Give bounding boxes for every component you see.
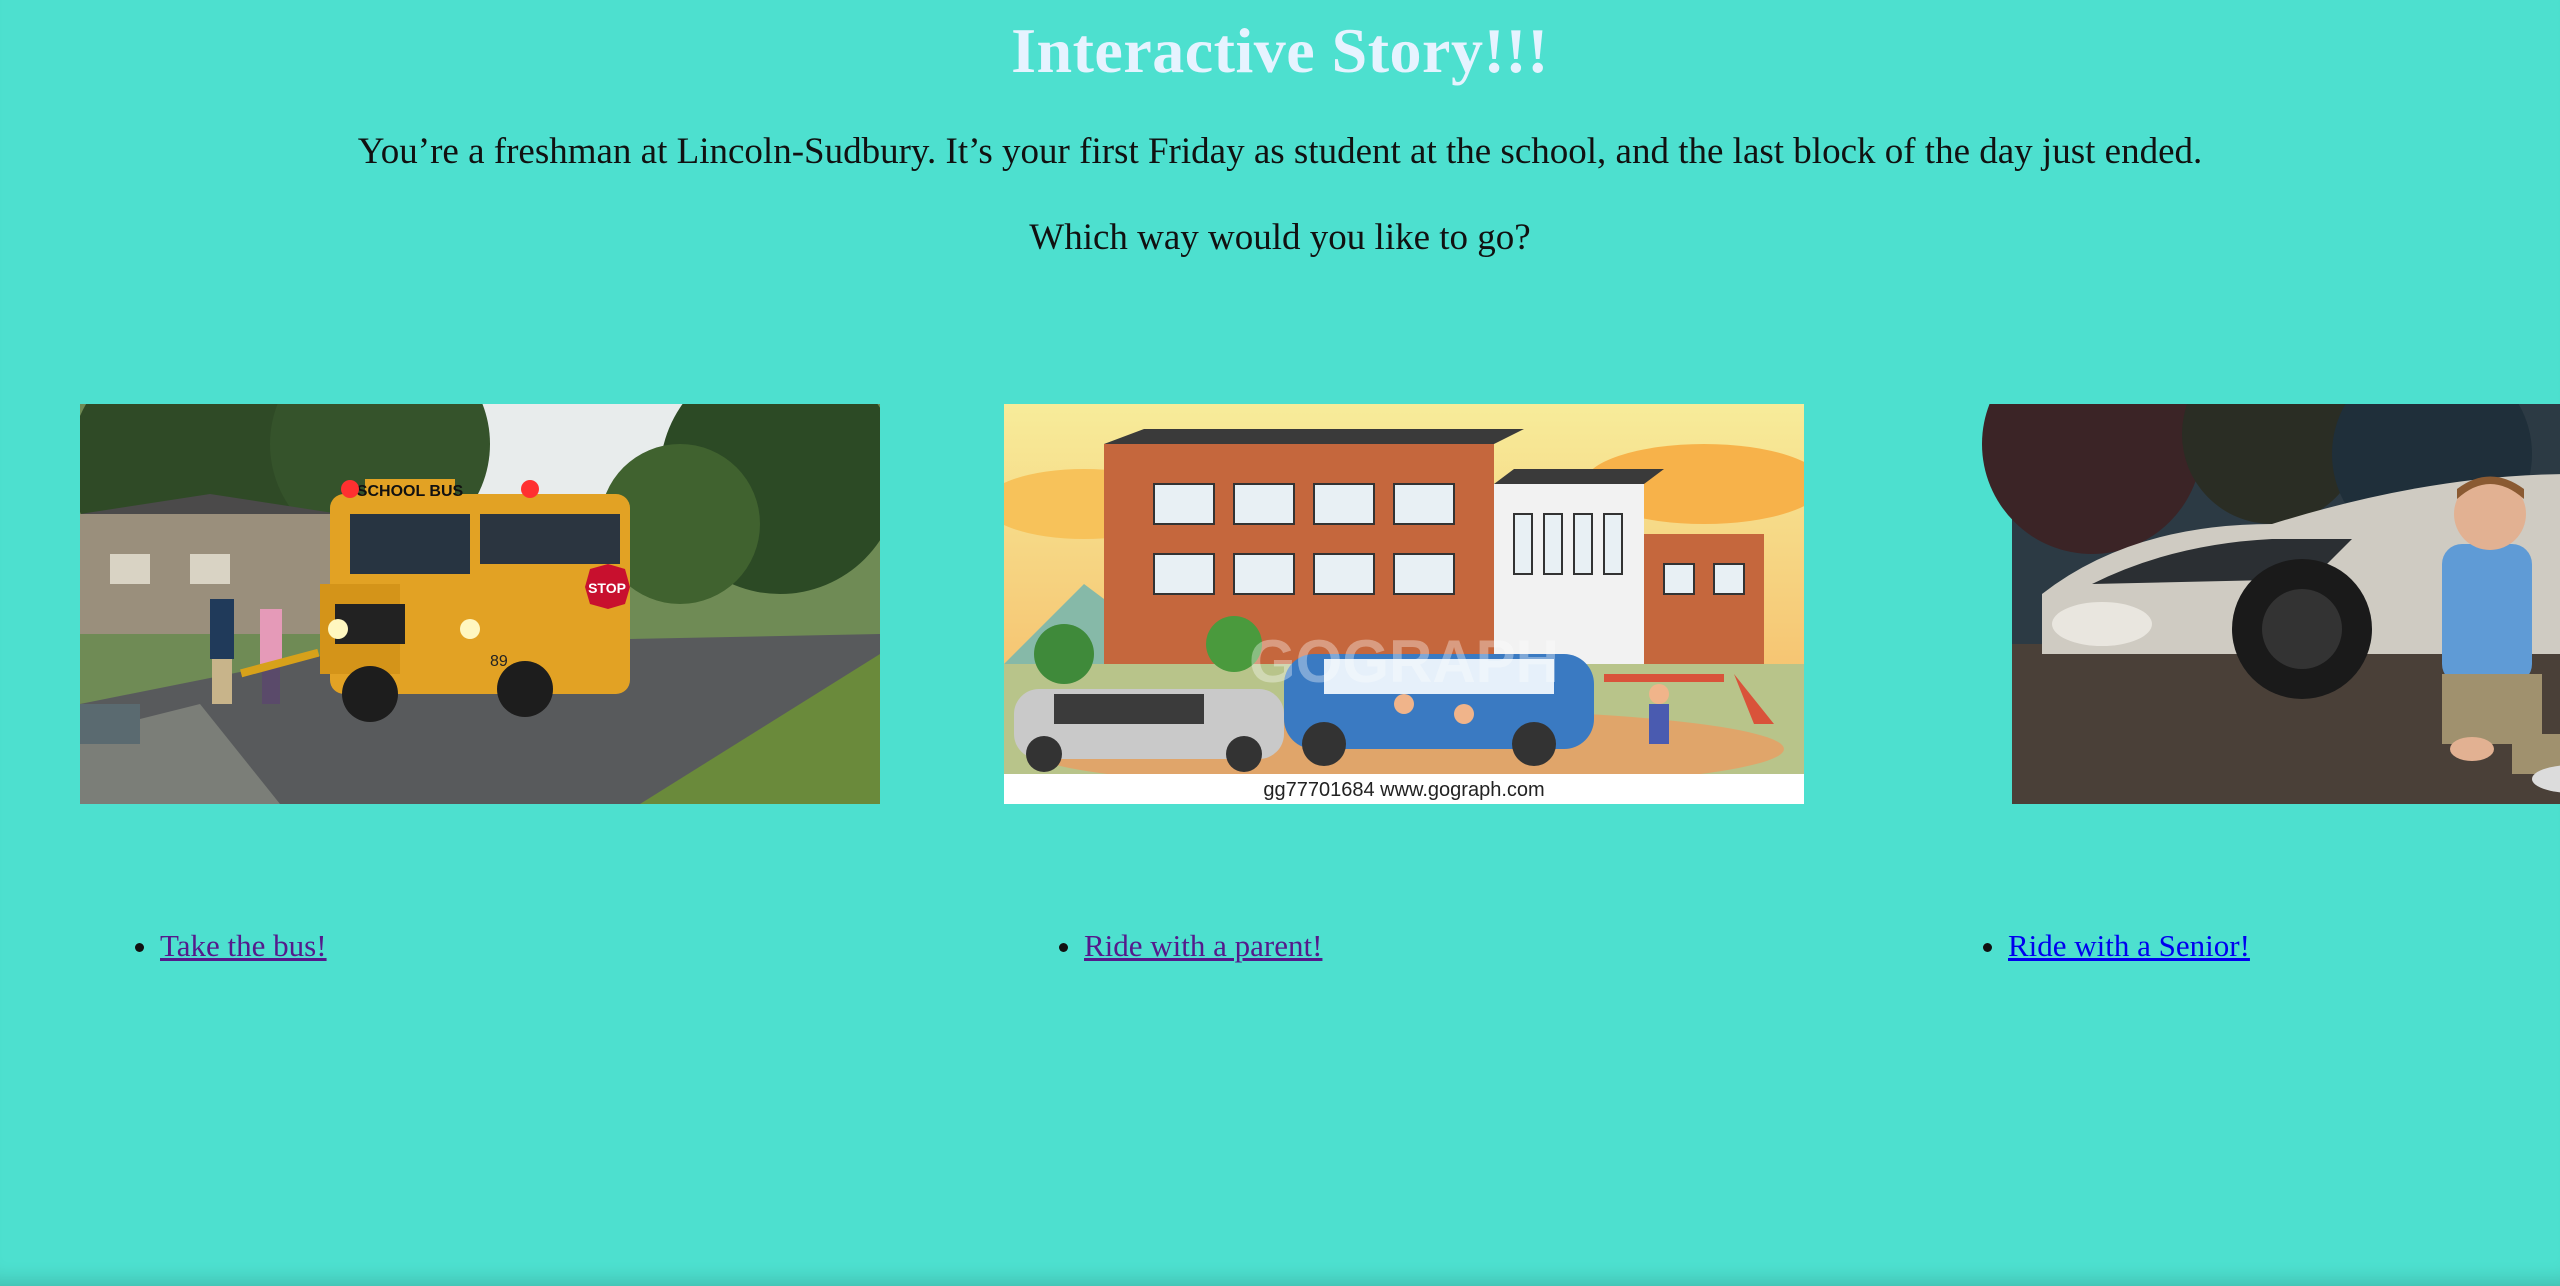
choice-list-senior: Ride with a Senior! (1928, 920, 2250, 972)
image-caption-text: gg77701684 www.gograph.com (1263, 779, 1544, 801)
ride-with-parent-link[interactable]: Ride with a parent! (1084, 928, 1322, 963)
page: Interactive Story!!! You’re a freshman a… (0, 0, 2560, 1286)
take-the-bus-link[interactable]: Take the bus! (160, 928, 327, 963)
watermark-text: GOGRAPH (1249, 628, 1559, 695)
senior-car-image (1928, 404, 2560, 804)
page-title: Interactive Story!!! (1011, 15, 1549, 86)
choice-list-parent: Ride with a parent! (1004, 920, 1322, 972)
ride-with-senior-link[interactable]: Ride with a Senior! (2008, 928, 2250, 963)
stop-sign-text: STOP (588, 580, 626, 596)
choice-list-bus: Take the bus! (80, 920, 327, 972)
parent-pickup-image: GOGRAPH gg77701684 www.gograph.com (1004, 404, 1804, 804)
list-item: Take the bus! (160, 920, 327, 972)
list-item: Ride with a Senior! (2008, 920, 2250, 972)
intro-paragraph: You’re a freshman at Lincoln-Sudbury. It… (357, 131, 2203, 172)
list-item: Ride with a parent! (1084, 920, 1322, 972)
question-paragraph: Which way would you like to go? (1029, 217, 1531, 258)
school-bus-image: SCHOOL BUS STOP 89 (80, 404, 880, 804)
bus-sign-text: SCHOOL BUS (357, 483, 464, 500)
bus-number-text: 89 (490, 653, 508, 670)
